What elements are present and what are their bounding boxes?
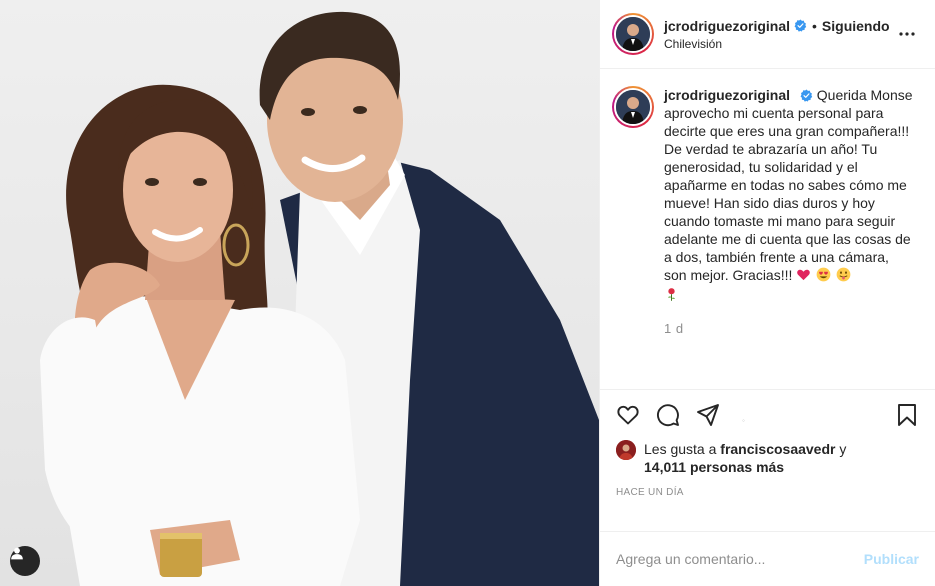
- header-text: jcrodriguezoriginal • Siguiendo Chilevis…: [664, 18, 895, 51]
- rose-emoji: [668, 288, 675, 301]
- post-photo[interactable]: [0, 0, 599, 586]
- likes-connector: y: [839, 441, 847, 457]
- photo-illustration: [40, 11, 599, 586]
- avatar-image: [616, 90, 650, 124]
- caption-time: 1 d: [664, 321, 684, 336]
- instagram-post: jcrodriguezoriginal • Siguiendo Chilevis…: [0, 0, 935, 586]
- heart-eyes-emoji: [816, 267, 831, 282]
- caption-username[interactable]: jcrodriguezoriginal: [664, 87, 790, 103]
- add-comment-bar: Publicar: [600, 531, 935, 586]
- post-caption: jcrodriguezoriginal Querida Monse aprove…: [612, 86, 919, 338]
- comment-input[interactable]: [616, 551, 864, 567]
- comment-icon[interactable]: [656, 403, 680, 427]
- likes-text: Les gusta a franciscosaavedr y 14,011 pe…: [644, 440, 846, 476]
- tongue-out-emoji: [836, 267, 851, 282]
- likes-count[interactable]: 14,011 personas más: [644, 459, 784, 475]
- bookmark-icon[interactable]: [895, 403, 919, 427]
- first-liker-username[interactable]: franciscosaavedr: [720, 441, 835, 457]
- verified-badge-icon: [794, 19, 807, 32]
- author-avatar[interactable]: [614, 15, 652, 53]
- comments-area[interactable]: jcrodriguezoriginal Querida Monse aprove…: [600, 69, 935, 425]
- action-icons-row: [616, 400, 919, 430]
- more-options-button[interactable]: [895, 22, 919, 46]
- likes-prefix: Les gusta a: [644, 441, 717, 457]
- author-avatar-ring[interactable]: [612, 13, 654, 55]
- caption-text: Querida Monse aprovecho mi cuenta person…: [664, 87, 913, 283]
- share-icon[interactable]: [696, 403, 720, 427]
- follow-status-button[interactable]: Siguiendo: [822, 18, 890, 34]
- liker-avatar[interactable]: [616, 440, 636, 460]
- post-timestamp[interactable]: HACE UN DÍA: [616, 487, 919, 498]
- post-actions: Les gusta a franciscosaavedr y 14,011 pe…: [600, 389, 935, 531]
- post-location[interactable]: Chilevisión: [664, 37, 895, 51]
- user-tag-icon: [11, 547, 23, 560]
- caption-body: jcrodriguezoriginal Querida Monse aprove…: [664, 86, 914, 338]
- verified-badge-icon: [800, 89, 813, 102]
- loading-indicator: ◦: [742, 416, 745, 425]
- red-heart-emoji: [797, 269, 811, 281]
- post-header: jcrodriguezoriginal • Siguiendo Chilevis…: [600, 0, 935, 69]
- post-side-panel: jcrodriguezoriginal • Siguiendo Chilevis…: [599, 0, 935, 586]
- author-username[interactable]: jcrodriguezoriginal: [664, 18, 790, 34]
- user-tag-button[interactable]: [10, 546, 40, 576]
- more-options-icon: [899, 32, 915, 36]
- liker-avatar-image: [616, 440, 636, 460]
- caption-avatar[interactable]: [614, 88, 652, 126]
- caption-avatar-ring[interactable]: [612, 86, 654, 128]
- avatar-image: [616, 17, 650, 51]
- header-line: jcrodriguezoriginal • Siguiendo: [664, 18, 895, 34]
- separator-dot: •: [812, 17, 817, 34]
- publish-button[interactable]: Publicar: [864, 551, 919, 567]
- heart-icon[interactable]: [616, 403, 640, 427]
- likes-summary: Les gusta a franciscosaavedr y 14,011 pe…: [616, 440, 919, 476]
